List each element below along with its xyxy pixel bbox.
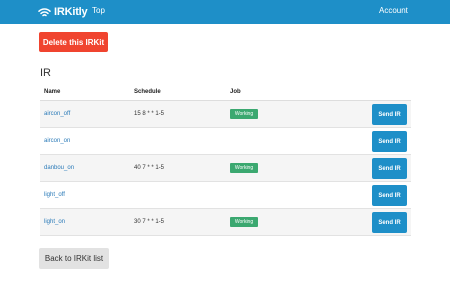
job-status-badge: Working — [230, 109, 258, 119]
job-status-badge: Working — [230, 217, 258, 227]
job-status-badge: Working — [230, 163, 258, 173]
ir-name-link[interactable]: aircon_on — [44, 138, 70, 144]
brand-link[interactable]: IRKitly — [38, 5, 88, 19]
send-ir-button[interactable]: Send IR — [372, 212, 407, 233]
send-ir-button[interactable]: Send IR — [372, 158, 407, 179]
ir-name-link[interactable]: light_on — [44, 219, 65, 225]
back-to-list-button[interactable]: Back to IRKit list — [39, 248, 109, 269]
delete-irkit-button[interactable]: Delete this IRKit — [39, 32, 108, 52]
schedule-value: 40 7 * * 1-5 — [134, 165, 165, 171]
wifi-icon — [38, 7, 51, 18]
header-job: Job — [230, 89, 241, 95]
send-ir-button[interactable]: Send IR — [372, 131, 407, 152]
table-row: light_on 30 7 * * 1-5 Working Send IR — [40, 209, 411, 236]
ir-name-link[interactable]: light_off — [44, 192, 65, 198]
brand-name: IRKitly — [54, 6, 88, 18]
header-name: Name — [44, 89, 61, 95]
table-row: aircon_off 15 8 * * 1-5 Working Send IR — [40, 101, 411, 128]
schedule-value: 15 8 * * 1-5 — [134, 111, 165, 117]
table-row: aircon_on Send IR — [40, 128, 411, 155]
top-navbar: IRKitly Top Account — [0, 0, 450, 24]
header-schedule: Schedule — [134, 89, 161, 95]
schedule-value: 30 7 * * 1-5 — [134, 219, 165, 225]
send-ir-button[interactable]: Send IR — [372, 104, 407, 125]
send-ir-button[interactable]: Send IR — [372, 185, 407, 206]
section-title: IR — [40, 67, 51, 79]
table-row: light_off Send IR — [40, 182, 411, 209]
nav-account-link[interactable]: Account — [379, 6, 408, 15]
table-row: danbou_on 40 7 * * 1-5 Working Send IR — [40, 155, 411, 182]
ir-name-link[interactable]: danbou_on — [44, 165, 74, 171]
ir-name-link[interactable]: aircon_off — [44, 111, 70, 117]
nav-top-link[interactable]: Top — [92, 6, 105, 15]
table-header: Name Schedule Job — [40, 85, 411, 101]
